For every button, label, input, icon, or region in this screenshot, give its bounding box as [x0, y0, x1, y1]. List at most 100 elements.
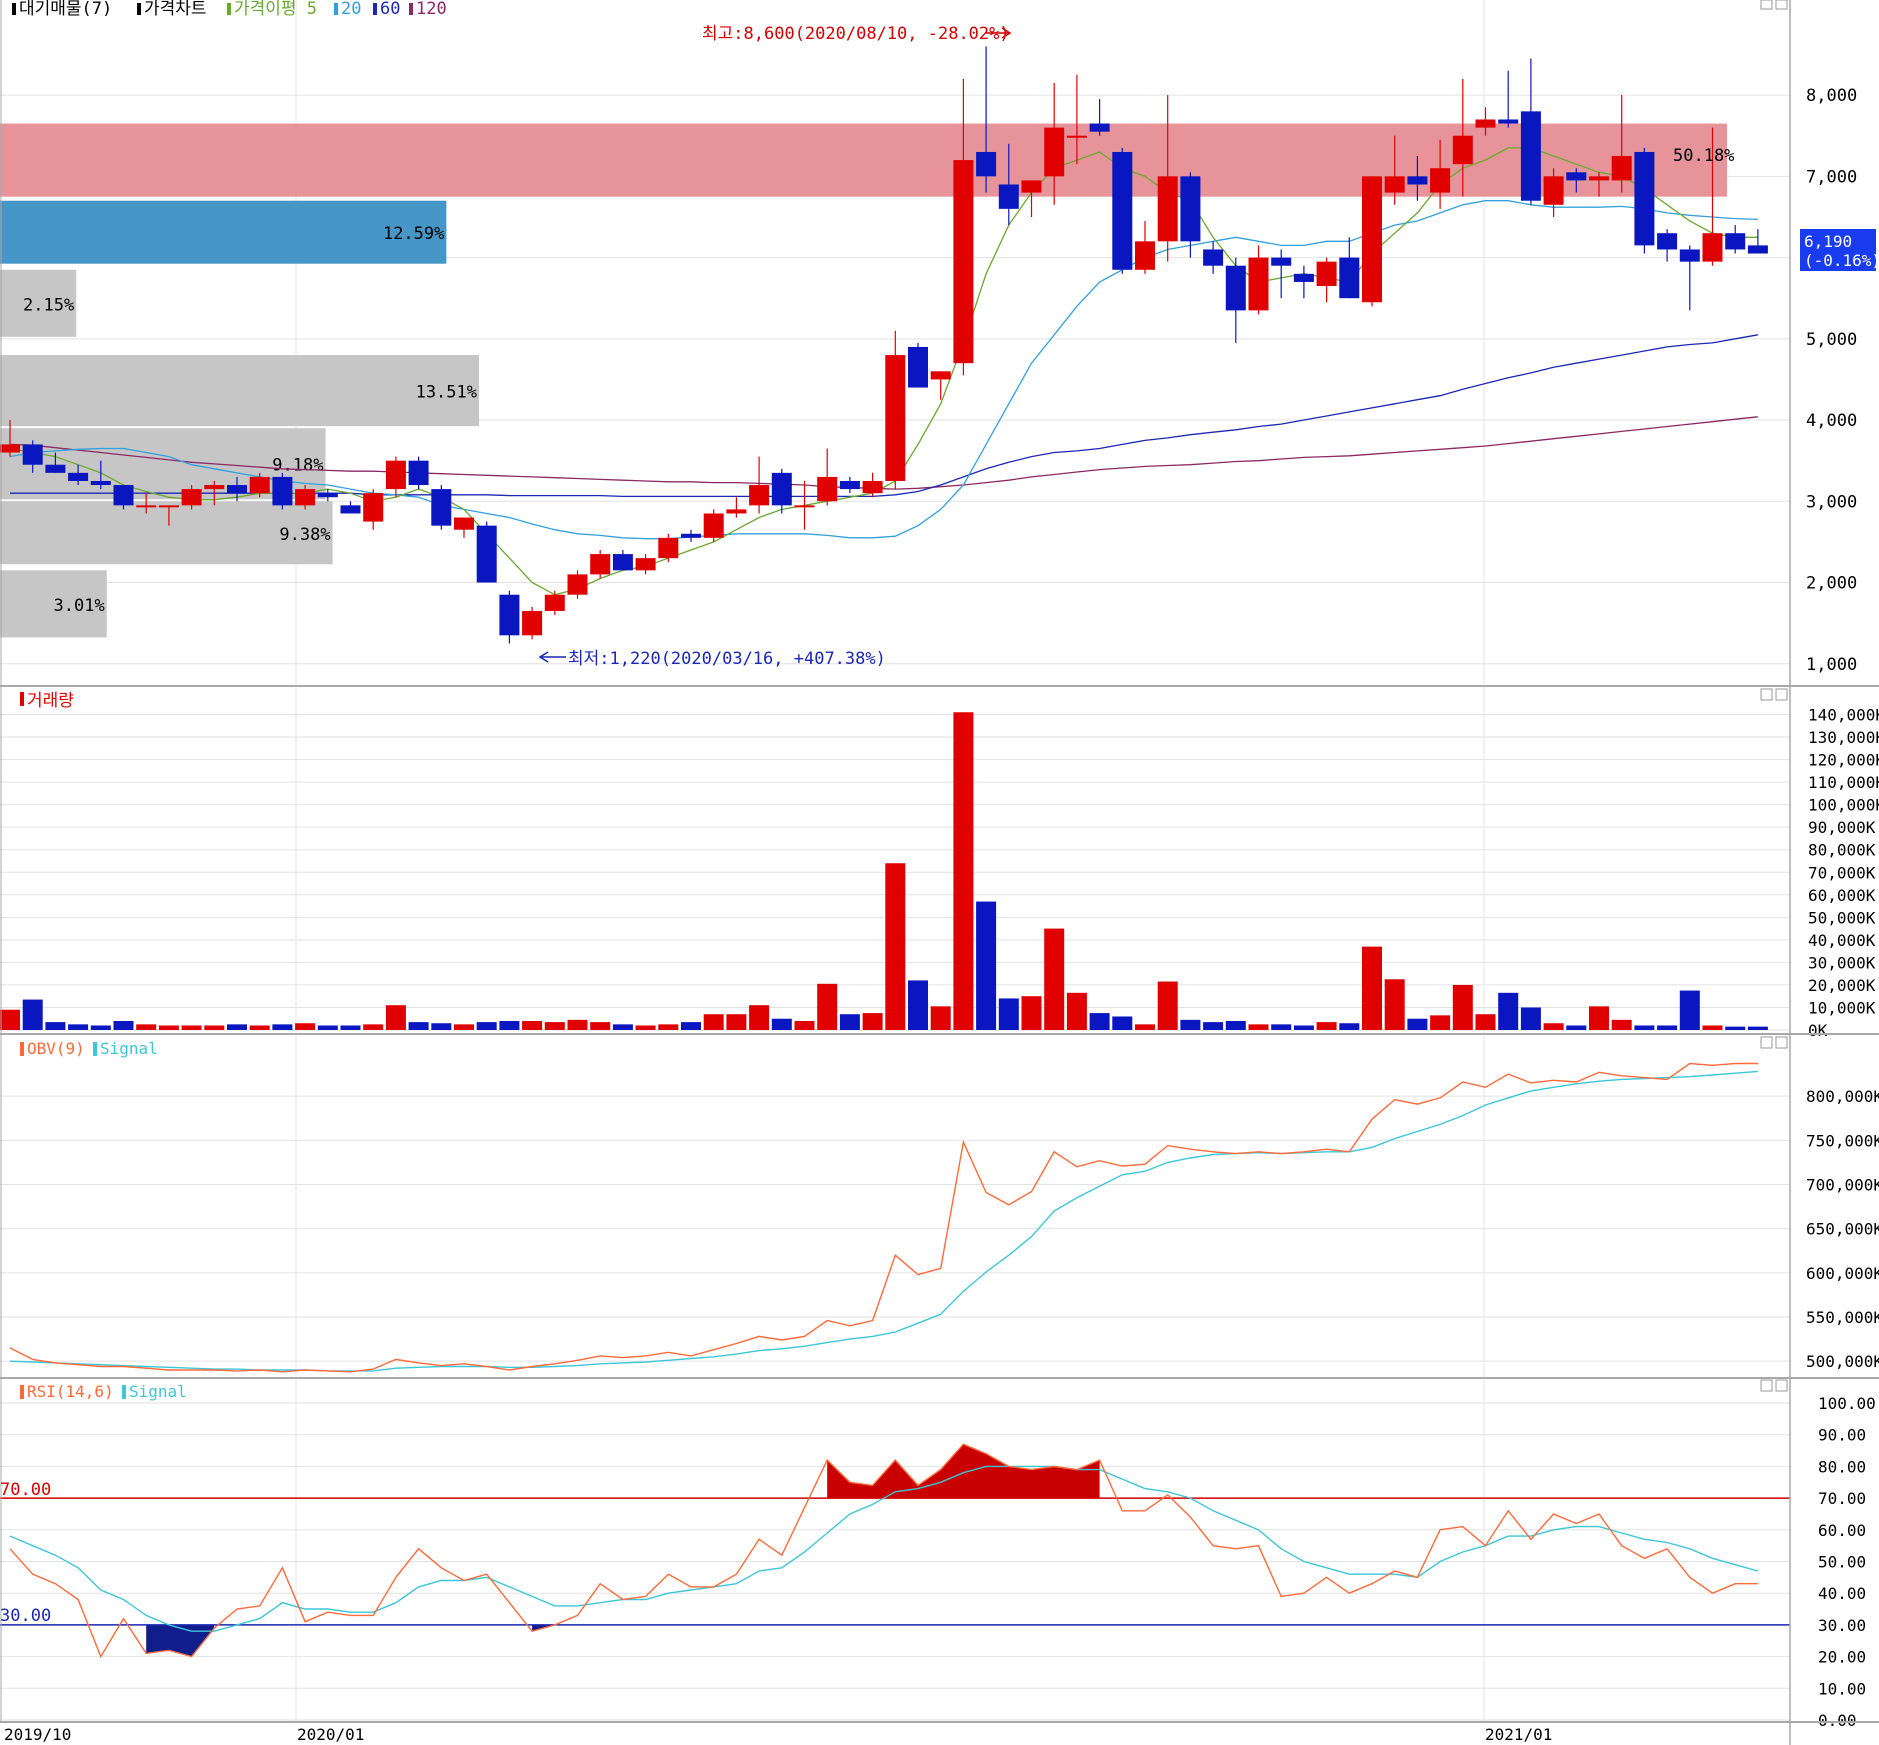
- volume-profile-label: 3.01%: [54, 596, 105, 616]
- price-y-tick: 1,000: [1806, 655, 1857, 675]
- candle-body: [1203, 249, 1224, 266]
- rsi-y-tick: 40.00: [1818, 1584, 1866, 1603]
- candle-body: [1044, 127, 1065, 177]
- volume-bar: [703, 1014, 724, 1030]
- candle-body: [998, 184, 1019, 209]
- volume-bar: [1089, 1013, 1110, 1030]
- candle-body: [1157, 176, 1178, 242]
- candle-body: [454, 517, 474, 530]
- legend-price-chart: 가격차트: [144, 0, 207, 19]
- volume-minimize-icon[interactable]: [1760, 688, 1773, 701]
- candle-body: [136, 505, 157, 508]
- rsi-upper-label: 70.00: [0, 1480, 51, 1500]
- volume-bar: [1702, 1025, 1723, 1030]
- rsi-y-tick: 0.00: [1818, 1711, 1857, 1730]
- volume-bar: [1747, 1026, 1768, 1030]
- volume-profile-label: 2.15%: [23, 295, 74, 315]
- volume-bar: [658, 1024, 679, 1030]
- obv-close-icon[interactable]: [1775, 1036, 1788, 1049]
- candle-body: [0, 444, 20, 453]
- candle-body: [1747, 245, 1768, 254]
- candle-body: [204, 485, 225, 490]
- obv-y-tick: 650,000K: [1806, 1220, 1879, 1239]
- volume-bar: [204, 1025, 225, 1030]
- legend-swatch-ma120: [409, 3, 413, 15]
- rsi-y-tick: 100.00: [1818, 1394, 1876, 1413]
- rsi-y-tick: 20.00: [1818, 1648, 1866, 1667]
- volume-bar: [1452, 984, 1473, 1030]
- obv-y-tick: 550,000K: [1806, 1308, 1879, 1327]
- obv-y-tick: 800,000K: [1806, 1087, 1879, 1106]
- legend-supply: 대기매물(7): [19, 0, 112, 19]
- current-price: 6,190: [1804, 232, 1852, 251]
- obv-minimize-icon[interactable]: [1760, 1036, 1773, 1049]
- volume-bar: [1316, 1022, 1337, 1030]
- candle-body: [249, 476, 270, 494]
- volume-profile-bar: [0, 200, 447, 264]
- volume-bar: [1679, 990, 1700, 1030]
- volume-bar: [976, 901, 997, 1030]
- candle-body: [272, 476, 293, 506]
- legend-rsi-signal: Signal: [129, 1382, 187, 1401]
- candle-body: [45, 464, 66, 473]
- candle-body: [930, 371, 951, 380]
- volume-bar: [1407, 1018, 1428, 1030]
- legend-ma120: 120: [416, 0, 447, 19]
- candle-body: [499, 594, 520, 636]
- candle-body: [431, 489, 452, 526]
- panel-controls[interactable]: [1760, 0, 1788, 1392]
- volume-bar: [1384, 979, 1405, 1030]
- high-annotation: 최고:8,600(2020/08/10, -28.02%): [702, 24, 1010, 44]
- rsi-y-tick: 90.00: [1818, 1426, 1866, 1445]
- candle-body: [908, 346, 928, 388]
- obv-panel: 800,000K 750,000K 700,000K 650,000K 600,000K…: [9, 1062, 1879, 1373]
- legend-swatch-volume: [20, 692, 24, 706]
- volume-bar: [385, 1005, 406, 1030]
- rsi-y-tick: 50.00: [1818, 1553, 1866, 1572]
- volume-bar: [1044, 928, 1065, 1030]
- price-minimize-icon[interactable]: [1760, 0, 1773, 10]
- x-label-2021-01: 2021/01: [1485, 1725, 1552, 1744]
- volume-bar: [1498, 992, 1519, 1030]
- volume-bar: [454, 1024, 474, 1030]
- volume-y-tick: 60,000K: [1808, 886, 1876, 905]
- candle-body: [227, 485, 247, 494]
- volume-bar: [908, 980, 928, 1030]
- volume-bar: [68, 1024, 89, 1030]
- volume-bar: [1611, 1019, 1632, 1030]
- candle-body: [567, 574, 588, 595]
- candle-body: [1725, 233, 1746, 250]
- volume-bar: [544, 1022, 565, 1030]
- candle-body: [612, 554, 633, 571]
- volume-y-tick: 0K: [1808, 1021, 1828, 1040]
- candle-body: [817, 476, 838, 502]
- legend-swatch-price: [137, 3, 141, 15]
- volume-bar: [839, 1014, 860, 1030]
- candle-body: [113, 485, 134, 506]
- candle-body: [1679, 249, 1700, 262]
- candle-body: [726, 509, 747, 514]
- volume-bar: [295, 1023, 316, 1030]
- obv-y-tick: 500,000K: [1806, 1352, 1879, 1371]
- candle-body: [522, 610, 543, 636]
- legend-swatch-obv: [20, 1042, 24, 1056]
- volume-bar: [567, 1019, 588, 1030]
- candle-body: [340, 505, 361, 514]
- rsi-minimize-icon[interactable]: [1760, 1379, 1773, 1392]
- rsi-y-tick: 30.00: [1818, 1616, 1866, 1635]
- low-annotation: 최저:1,220(2020/03/16, +407.38%): [568, 649, 886, 669]
- candle-body: [1384, 176, 1405, 193]
- candle-body: [317, 493, 338, 498]
- volume-bar: [1271, 1024, 1292, 1030]
- rsi-close-icon[interactable]: [1775, 1379, 1788, 1392]
- volume-y-tick: 140,000K: [1808, 706, 1879, 725]
- volume-bar: [681, 1022, 701, 1030]
- price-close-icon[interactable]: [1775, 0, 1788, 10]
- volume-close-icon[interactable]: [1775, 688, 1788, 701]
- price-legend[interactable]: 대기매물(7) 가격차트 가격이평 5 20 60 120: [12, 0, 447, 19]
- volume-bar: [1634, 1025, 1655, 1030]
- volume-bar: [862, 1013, 883, 1030]
- volume-profile-label: 13.51%: [416, 383, 477, 403]
- price-y-tick: 4,000: [1806, 411, 1857, 431]
- obv-y-tick: 600,000K: [1806, 1264, 1879, 1283]
